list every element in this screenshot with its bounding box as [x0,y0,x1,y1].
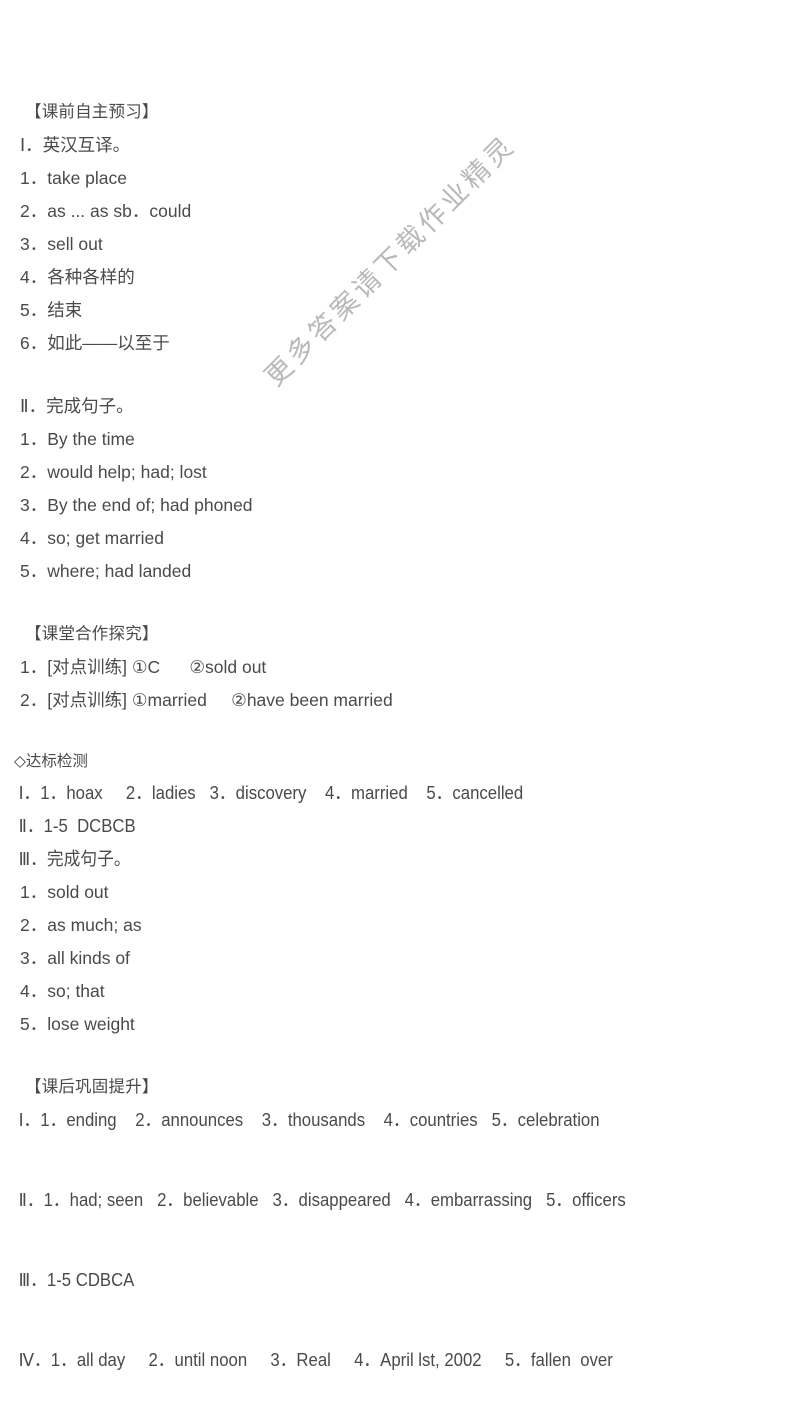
section-standard-test: ◇达标检测 Ⅰ．1．hoax 2．ladies 3．discovery 4．ma… [0,747,800,1041]
document-content: 【课前自主预习】 Ⅰ．英汉互译。 1．take place 2．as ... a… [0,96,800,1377]
answer-line: Ⅳ．1．all day 2．until noon 3．Real 4．April … [18,1350,613,1370]
list-item: 1．By the time [20,429,135,449]
list-item: 2．would help; had; lost [20,462,207,482]
section-pre-class-preview: 【课前自主预习】 Ⅰ．英汉互译。 1．take place 2．as ... a… [0,96,800,588]
answer-line: Ⅱ．1．had; seen 2．believable 3．disappeared… [18,1190,626,1210]
section-heading: 【课堂合作探究】 [25,625,159,643]
section-heading: 【课后巩固提升】 [25,1078,159,1096]
list-item: 2．as ... as sb．could [20,201,192,221]
list-item: 6．如此——以至于 [20,333,170,353]
answer-key-page: 更多答案请下载作业精灵 【课前自主预习】 Ⅰ．英汉互译。 1．take plac… [0,0,800,1412]
section-heading: ◇达标检测 [14,753,88,770]
answer-line: Ⅲ．1-5 CDBCA [18,1270,135,1290]
section-after-class-consolidation: 【课后巩固提升】 Ⅰ．1．ending 2．announces 3．thousa… [0,1071,800,1377]
list-item: 4．各种各样的 [20,267,135,287]
list-item: 4．so; get married [20,528,164,548]
answer-line: Ⅰ．1．ending 2．announces 3．thousands 4．cou… [18,1110,600,1130]
list-item: 5．where; had landed [20,561,192,581]
group-title-roman-1: Ⅰ．英汉互译。 [20,135,131,155]
answer-line: Ⅱ．1-5 DCBCB [18,816,136,836]
answer-line: Ⅰ．1．hoax 2．ladies 3．discovery 4．married … [18,783,524,803]
group-title-roman-2: Ⅱ．完成句子。 [20,396,134,416]
list-item: 2．as much; as [20,915,142,935]
section-heading: 【课前自主预习】 [25,103,159,121]
list-item: 3．By the end of; had phoned [20,495,253,515]
list-item: 3．all kinds of [20,948,130,968]
list-item: 1．sold out [20,882,109,902]
list-item: 5．结束 [20,300,83,320]
list-item: 1．take place [20,168,128,188]
list-item: 3．sell out [20,234,103,254]
list-item: 1．[对点训练] ①C ②sold out [20,657,267,677]
list-item: 2．[对点训练] ①married ②have been married [20,690,393,710]
list-item: 5．lose weight [20,1014,135,1034]
answer-line: Ⅲ．完成句子。 [18,849,131,869]
list-item: 4．so; that [20,981,105,1001]
section-classroom-cooperation: 【课堂合作探究】 1．[对点训练] ①C ②sold out 2．[对点训练] … [0,618,800,717]
